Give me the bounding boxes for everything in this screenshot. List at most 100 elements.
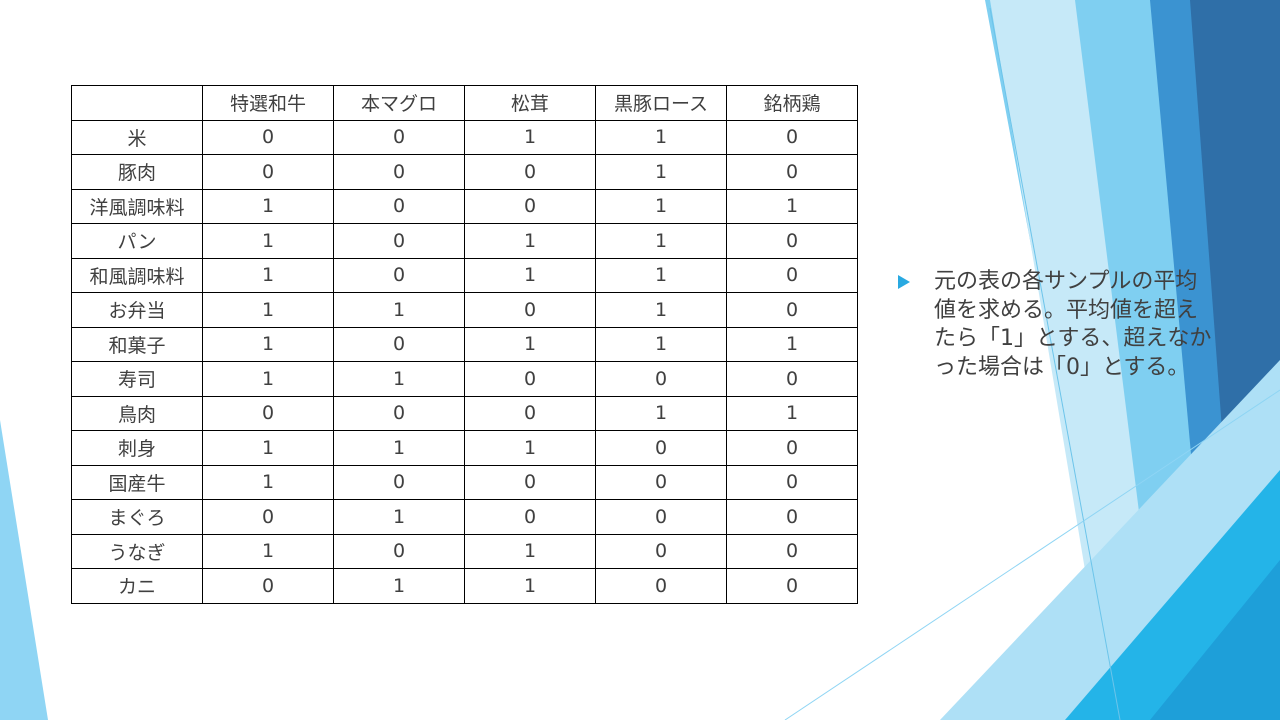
table-cell: 1 [202, 533, 334, 569]
table-cell: 1 [726, 188, 858, 224]
table-cell: 0 [464, 395, 596, 431]
column-header: 松茸 [464, 85, 596, 121]
row-label: まぐろ [71, 499, 203, 535]
table-cell: 0 [202, 568, 334, 604]
table-cell: 0 [726, 533, 858, 569]
table-cell: 1 [333, 430, 465, 466]
table-cell: 0 [726, 257, 858, 293]
table-row: 米00110 [71, 119, 858, 155]
table-cell: 0 [202, 395, 334, 431]
note-text: 元の表の各サンプルの平均値を求める。平均値を超えたら「1」とする、超えなかった場… [934, 269, 1212, 380]
table-cell: 1 [202, 464, 334, 500]
table-cell: 0 [464, 361, 596, 397]
table-cell: 0 [333, 533, 465, 569]
row-label: 和菓子 [71, 326, 203, 362]
table-cell: 1 [464, 257, 596, 293]
row-label: カニ [71, 568, 203, 604]
triangle-bullet-icon [898, 275, 910, 289]
table-cell: 0 [595, 361, 727, 397]
left-accent-shape [0, 420, 48, 720]
table-cell: 0 [726, 292, 858, 328]
table-cell: 1 [202, 257, 334, 293]
table-cell: 1 [464, 568, 596, 604]
table-cell: 0 [333, 464, 465, 500]
table-row: 洋風調味料 1 0 0 1 1 [71, 188, 858, 224]
table-cell: 0 [464, 499, 596, 535]
table-cell: 0 [595, 464, 727, 500]
row-label: 豚肉 [71, 154, 203, 190]
table-body: 特選和牛 本マグロ 松茸 黒豚ロース 銘柄鶏米 0 0 1 1 0 豚肉 0 0 0 1 0 洋風調味料 1 0 0 1… [71, 85, 858, 604]
table-row: まぐろ 0 1 0 0 0 [71, 499, 858, 535]
table-cell: 0 [726, 430, 858, 466]
table-row: 豚肉 0 0 0 1 0 [71, 154, 858, 190]
row-label: うなぎ [71, 533, 203, 569]
table-cell: 1 [595, 395, 727, 431]
table-cell: 1 [333, 499, 465, 535]
table-row: うなぎ 1 0 1 0 0 [71, 533, 858, 569]
row-label: 国産牛 [71, 464, 203, 500]
table-cell: 1 [202, 188, 334, 224]
table-cell: 0 [464, 464, 596, 500]
table-cell: 0 [595, 533, 727, 569]
table-row: お弁当 1 1 0 1 0 [71, 292, 858, 328]
column-header: 黒豚ロース [595, 85, 727, 121]
column-header: 銘柄鶏 [726, 85, 858, 121]
table-cell: 0 [595, 568, 727, 604]
table-cell: 0 [202, 119, 334, 155]
table-cell: 1 [202, 223, 334, 259]
row-label: お弁当 [71, 292, 203, 328]
table-row: 鳥肉 0 0 0 1 1 [71, 395, 858, 431]
table-cell: 0 [726, 361, 858, 397]
table-cell: 1 [726, 395, 858, 431]
table-cell: 0 [726, 119, 858, 155]
data-table: 特選和牛 本マグロ 松茸 黒豚ロース 銘柄鶏米 0 0 1 1 0 豚肉 0 0 0 1 0 洋風調味料 1 0 0 1… [71, 85, 858, 604]
table-cell: 0 [726, 499, 858, 535]
table-cell: 1 [464, 119, 596, 155]
table-cell: 1 [595, 119, 727, 155]
table-cell: 0 [464, 292, 596, 328]
table-cell: 1 [202, 361, 334, 397]
row-label: 刺身 [71, 430, 203, 466]
table-cell: 1 [202, 430, 334, 466]
slide: 特選和牛 本マグロ 松茸 黒豚ロース 銘柄鶏米 0 0 1 1 0 豚肉 0 0 0 1 0 洋風調味料 1 0 0 1… [0, 0, 1280, 720]
table-cell: 1 [333, 568, 465, 604]
table-cell: 0 [333, 257, 465, 293]
table-cell: 1 [464, 533, 596, 569]
table-cell: 0 [333, 326, 465, 362]
table-cell: 0 [726, 154, 858, 190]
table-cell: 1 [464, 430, 596, 466]
table-cell: 1 [726, 326, 858, 362]
table-cell: 1 [202, 326, 334, 362]
table-cell: 1 [595, 154, 727, 190]
row-label: 和風調味料 [71, 257, 203, 293]
table-cell: 0 [726, 223, 858, 259]
table-row: 和風調味料 1 0 1 1 0 [71, 257, 858, 293]
column-header: 本マグロ [333, 85, 465, 121]
table-cell: 0 [595, 499, 727, 535]
table-cell: 1 [464, 326, 596, 362]
table-cell: 0 [333, 119, 465, 155]
table-cell: 0 [202, 499, 334, 535]
header-corner-cell [71, 85, 203, 121]
table-cell: 1 [595, 326, 727, 362]
table-cell: 1 [595, 292, 727, 328]
table-row: 和菓子 1 0 1 1 1 [71, 326, 858, 362]
table-header-row: 特選和牛 本マグロ 松茸 黒豚ロース 銘柄鶏 [71, 85, 858, 121]
table-row: パン 1 0 1 1 0 [71, 223, 858, 259]
table-cell: 1 [595, 188, 727, 224]
row-label: 寿司 [71, 361, 203, 397]
column-header: 特選和牛 [202, 85, 334, 121]
table-cell: 0 [333, 188, 465, 224]
table-cell: 1 [333, 292, 465, 328]
table-cell: 0 [464, 154, 596, 190]
table-cell: 1 [595, 223, 727, 259]
row-label: 米 [71, 119, 203, 155]
table-cell: 0 [202, 154, 334, 190]
table-cell: 0 [595, 430, 727, 466]
table-row: カニ 0 1 1 0 0 [71, 568, 858, 604]
row-label: パン [71, 223, 203, 259]
table-cell: 1 [202, 292, 334, 328]
table-row: 刺身 1 1 1 0 0 [71, 430, 858, 466]
table-cell: 1 [333, 361, 465, 397]
table-cell: 0 [464, 188, 596, 224]
